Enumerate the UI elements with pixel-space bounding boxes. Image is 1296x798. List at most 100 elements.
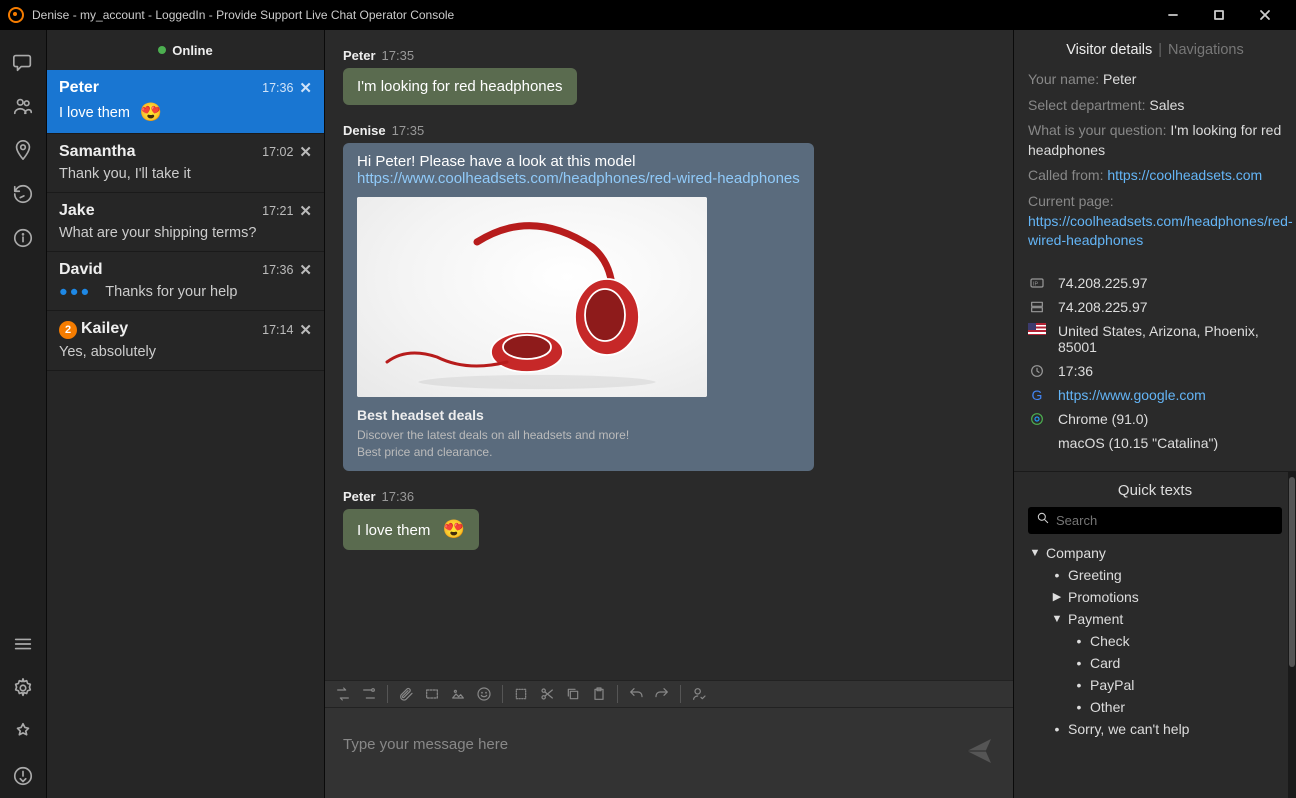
search-input[interactable] <box>1056 513 1274 528</box>
heart-eyes-emoji: 😍 <box>140 102 162 123</box>
preview-image <box>357 197 707 397</box>
msg-time: 17:35 <box>392 123 425 138</box>
redo-icon[interactable] <box>650 682 674 706</box>
info-icon[interactable] <box>9 224 37 252</box>
chat-time: 17:21 <box>262 204 293 218</box>
tree-payment[interactable]: ▼Payment <box>1028 608 1282 630</box>
operator-message: Hi Peter! Please have a look at this mod… <box>343 143 814 471</box>
visitor-message: I love them 😍 <box>343 509 479 550</box>
close-chat-icon[interactable]: ✕ <box>299 143 312 161</box>
chat-item-samantha[interactable]: Samantha 17:02 ✕ Thank you, I'll take it <box>47 134 324 193</box>
visitors-icon[interactable] <box>9 92 37 120</box>
tree-paypal[interactable]: •PayPal <box>1028 674 1282 696</box>
transfer-icon[interactable] <box>331 682 355 706</box>
details-panel: Visitor details|Navigations Your name: P… <box>1014 30 1296 798</box>
tab-navigations[interactable]: Navigations <box>1168 42 1244 58</box>
chat-time: 17:36 <box>262 263 293 277</box>
maximize-button[interactable] <box>1196 0 1242 30</box>
send-button[interactable] <box>963 735 995 772</box>
nav-rail <box>0 30 47 798</box>
msg-author: Peter <box>343 48 376 63</box>
message-input[interactable] <box>343 736 963 770</box>
tree-greeting[interactable]: •Greeting <box>1028 564 1282 586</box>
chat-item-david[interactable]: David 17:36 ✕ ●●● Thanks for your help <box>47 252 324 311</box>
tree-promotions[interactable]: ▶Promotions <box>1028 586 1282 608</box>
tree-card[interactable]: •Card <box>1028 652 1282 674</box>
chat-time: 17:02 <box>262 145 293 159</box>
logout-icon[interactable] <box>9 762 37 790</box>
close-chat-icon[interactable]: ✕ <box>299 79 312 97</box>
ip-value: 74.208.225.97 <box>1058 275 1282 291</box>
spellcheck-icon[interactable] <box>687 682 711 706</box>
chats-icon[interactable] <box>9 48 37 76</box>
settings-icon[interactable] <box>9 674 37 702</box>
quick-texts-search[interactable] <box>1028 507 1282 534</box>
history-icon[interactable] <box>9 180 37 208</box>
tab-visitor-details[interactable]: Visitor details <box>1066 42 1152 58</box>
attach-icon[interactable] <box>394 682 418 706</box>
tree-sorry[interactable]: •Sorry, we can't help <box>1028 718 1282 740</box>
title-bar: Denise - my_account - LoggedIn - Provide… <box>0 0 1296 30</box>
paste-icon[interactable] <box>587 682 611 706</box>
ip-icon: IP <box>1028 275 1046 291</box>
heart-eyes-emoji: 😍 <box>443 519 465 539</box>
chat-list: Online Peter 17:36✕ I love them 😍 Samant… <box>47 30 325 798</box>
status-label: Online <box>172 43 212 58</box>
window-title: Denise - my_account - LoggedIn - Provide… <box>32 8 1150 22</box>
location-icon[interactable] <box>9 136 37 164</box>
called-from-link[interactable]: https://coolheadsets.com <box>1107 167 1262 183</box>
unread-badge: 2 <box>59 321 77 339</box>
tree-company[interactable]: ▼Company <box>1028 542 1282 564</box>
chat-name: David <box>59 261 103 279</box>
msg-time: 17:35 <box>382 48 415 63</box>
chat-preview: Yes, absolutely <box>59 344 312 360</box>
tree-check[interactable]: •Check <box>1028 630 1282 652</box>
scrollbar[interactable] <box>1288 472 1296 798</box>
quick-texts-title: Quick texts <box>1028 482 1282 499</box>
close-chat-icon[interactable]: ✕ <box>299 321 312 339</box>
close-chat-icon[interactable]: ✕ <box>299 202 312 220</box>
chat-preview: Thank you, I'll take it <box>59 166 312 182</box>
referrer-link[interactable]: https://www.google.com <box>1058 387 1282 403</box>
chat-name: Jake <box>59 202 95 220</box>
chat-preview: Thanks for your help <box>105 284 237 300</box>
visitor-message: I'm looking for red headphones <box>343 68 577 105</box>
invite-icon[interactable] <box>357 682 381 706</box>
close-chat-icon[interactable]: ✕ <box>299 261 312 279</box>
select-icon[interactable] <box>509 682 533 706</box>
chat-item-kailey[interactable]: 2Kailey 17:14✕ Yes, absolutely <box>47 311 324 371</box>
menu-icon[interactable] <box>9 630 37 658</box>
google-icon: G <box>1028 387 1046 403</box>
status-header[interactable]: Online <box>47 30 324 70</box>
screenshot-icon[interactable] <box>420 682 444 706</box>
clock-icon <box>1028 363 1046 379</box>
host-value: 74.208.225.97 <box>1058 299 1282 315</box>
tree-other[interactable]: •Other <box>1028 696 1282 718</box>
chat-name: Samantha <box>59 143 135 161</box>
copy-icon[interactable] <box>561 682 585 706</box>
emoji-icon[interactable] <box>472 682 496 706</box>
current-page-link[interactable]: https://coolheadsets.com/headphones/red-… <box>1028 213 1293 249</box>
chat-item-peter[interactable]: Peter 17:36✕ I love them 😍 <box>47 70 324 134</box>
online-dot <box>158 46 166 54</box>
cut-icon[interactable] <box>535 682 559 706</box>
chat-item-jake[interactable]: Jake 17:21✕ What are your shipping terms… <box>47 193 324 252</box>
preview-subtitle: Discover the latest deals on all headset… <box>357 427 800 461</box>
message-input-area <box>325 708 1013 798</box>
typing-indicator: ●●● <box>59 284 91 300</box>
preview-title: Best headset deals <box>357 407 800 423</box>
undo-icon[interactable] <box>624 682 648 706</box>
image-icon[interactable] <box>446 682 470 706</box>
app-icon <box>8 7 24 23</box>
chat-time: 17:36 <box>262 81 293 95</box>
minimize-button[interactable] <box>1150 0 1196 30</box>
os-value: macOS (10.15 "Catalina") <box>1058 435 1282 451</box>
msg-author: Denise <box>343 123 386 138</box>
link-preview-card[interactable] <box>357 197 707 397</box>
close-button[interactable] <box>1242 0 1288 30</box>
conversation-pane: Peter 17:35 I'm looking for red headphone… <box>325 30 1014 798</box>
message-link[interactable]: https://www.coolheadsets.com/headphones/… <box>357 170 800 187</box>
msg-time: 17:36 <box>382 489 415 504</box>
status-icon[interactable] <box>9 718 37 746</box>
chat-name: 2Kailey <box>59 320 128 339</box>
